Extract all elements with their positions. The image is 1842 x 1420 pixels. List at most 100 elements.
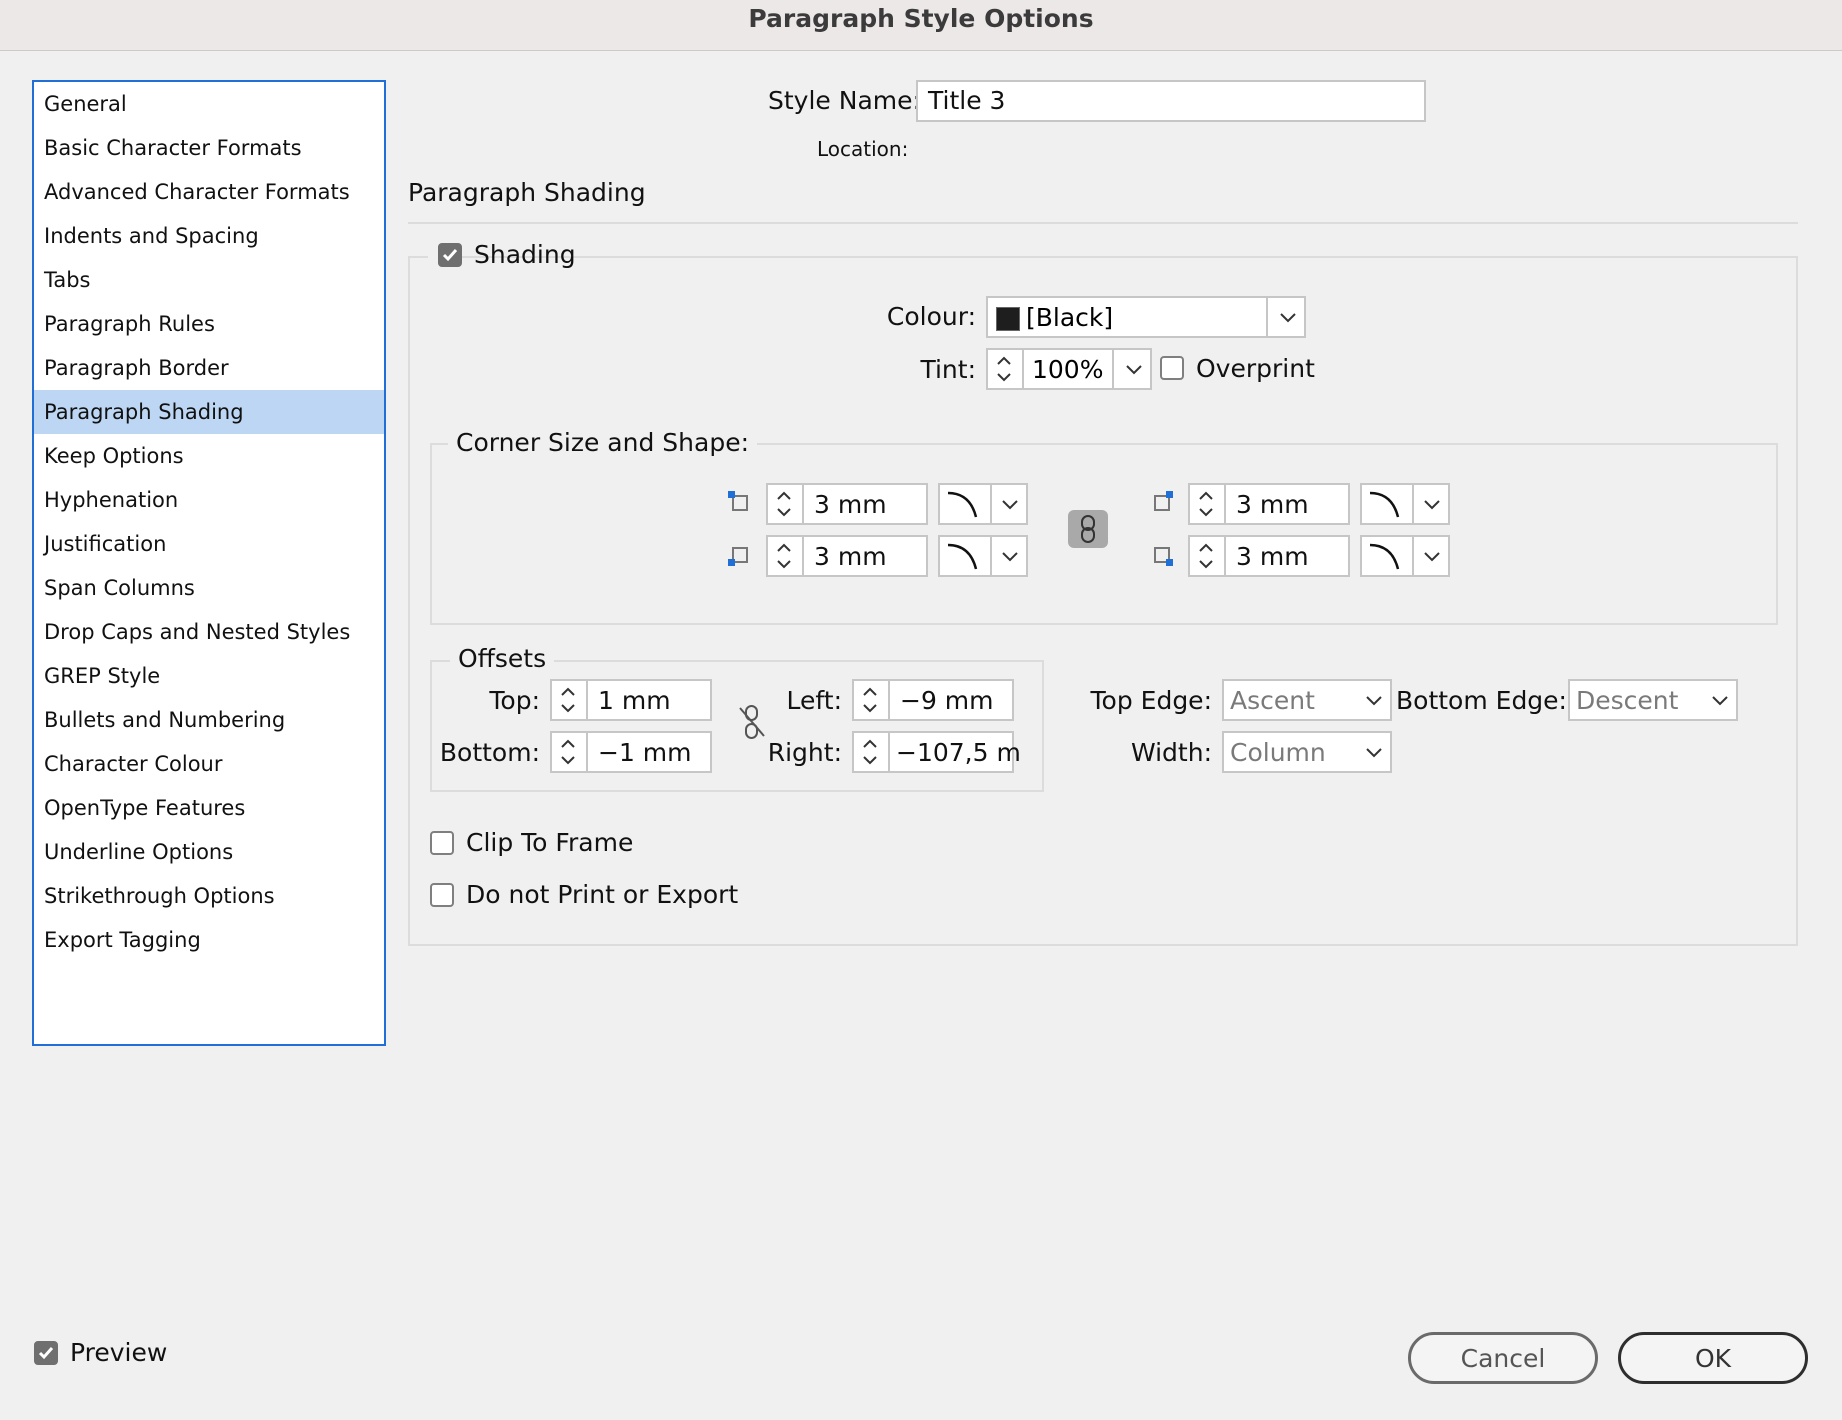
colour-label: Colour:	[886, 302, 976, 331]
stepper-arrows-icon	[777, 543, 791, 569]
dropdown-divider	[990, 537, 992, 575]
bottom-edge-dropdown[interactable]: Descent	[1568, 679, 1738, 721]
bottom-right-corner-shape-dropdown[interactable]	[1360, 535, 1450, 577]
dropdown-divider	[1266, 298, 1268, 336]
offset-top-value: 1 mm	[598, 685, 671, 715]
colour-dropdown[interactable]: [Black]	[986, 296, 1306, 338]
bottom-right-corner-icon	[1154, 547, 1173, 566]
stepper-arrows[interactable]	[854, 733, 890, 771]
paragraph-style-options-dialog: Paragraph Style Options General Basic Cha…	[0, 0, 1842, 1420]
stepper-arrows-icon	[561, 687, 575, 713]
sidebar-item-justification[interactable]: Justification	[34, 522, 384, 566]
stepper-arrows[interactable]	[768, 537, 804, 575]
sidebar-item-paragraph-rules[interactable]: Paragraph Rules	[34, 302, 384, 346]
top-right-corner-shape-dropdown[interactable]	[1360, 483, 1450, 525]
colour-swatch	[996, 307, 1020, 331]
dropdown-divider	[1112, 350, 1114, 388]
stepper-arrows[interactable]	[552, 681, 588, 719]
ok-button[interactable]: OK	[1618, 1332, 1808, 1384]
overprint-checkbox[interactable]	[1160, 356, 1184, 380]
sidebar-item-paragraph-border[interactable]: Paragraph Border	[34, 346, 384, 390]
corner-link-button[interactable]	[1068, 510, 1108, 548]
stepper-arrows-icon	[777, 491, 791, 517]
offset-top-stepper[interactable]: 1 mm	[550, 679, 712, 721]
sidebar-item-general[interactable]: General	[34, 82, 384, 126]
sidebar-item-paragraph-shading[interactable]: Paragraph Shading	[34, 390, 384, 434]
sidebar-item-indents-and-spacing[interactable]: Indents and Spacing	[34, 214, 384, 258]
sidebar-item-advanced-character-formats[interactable]: Advanced Character Formats	[34, 170, 384, 214]
bottom-right-corner-size-stepper[interactable]: 3 mm	[1188, 535, 1350, 577]
width-label: Width:	[1130, 738, 1212, 767]
bottom-left-corner-size-value: 3 mm	[814, 541, 887, 571]
stepper-arrows[interactable]	[854, 681, 890, 719]
tint-combo[interactable]: 100%	[986, 348, 1152, 390]
offset-bottom-stepper[interactable]: −1 mm	[550, 731, 712, 773]
offset-right-stepper[interactable]: −107,5 m	[852, 731, 1021, 773]
top-left-corner-shape-dropdown[interactable]	[938, 483, 1028, 525]
offset-left-value: −9 mm	[900, 685, 994, 715]
do-not-print-checkbox[interactable]	[430, 883, 454, 907]
top-left-corner-icon	[728, 491, 748, 511]
window-title: Paragraph Style Options	[748, 4, 1094, 33]
top-right-corner-size-stepper[interactable]: 3 mm	[1188, 483, 1350, 525]
sidebar-item-opentype-features[interactable]: OpenType Features	[34, 786, 384, 830]
checkmark-icon	[442, 249, 458, 262]
stepper-arrows[interactable]	[1190, 485, 1226, 523]
width-value: Column	[1230, 737, 1326, 767]
rounded-corner-shape-icon	[1369, 543, 1400, 570]
chevron-down-icon	[1126, 365, 1142, 375]
sidebar-item-basic-character-formats[interactable]: Basic Character Formats	[34, 126, 384, 170]
width-dropdown[interactable]: Column	[1222, 731, 1392, 773]
top-edge-value: Ascent	[1230, 685, 1315, 715]
stepper-arrows[interactable]	[552, 733, 588, 771]
rounded-corner-shape-icon	[947, 543, 978, 570]
cancel-button[interactable]: Cancel	[1408, 1332, 1598, 1384]
checkmark-icon	[38, 1347, 54, 1360]
top-edge-dropdown[interactable]: Ascent	[1222, 679, 1392, 721]
style-name-input[interactable]: Title 3	[916, 80, 1426, 122]
shading-label: Shading	[474, 240, 576, 269]
stepper-arrows-icon	[863, 687, 877, 713]
stepper-arrows-icon	[997, 356, 1011, 382]
sidebar-item-keep-options[interactable]: Keep Options	[34, 434, 384, 478]
stepper-arrows[interactable]	[1190, 537, 1226, 575]
top-right-corner-size-value: 3 mm	[1236, 489, 1309, 519]
sidebar-item-tabs[interactable]: Tabs	[34, 258, 384, 302]
section-title: Paragraph Shading	[408, 178, 646, 207]
preview-checkbox[interactable]	[34, 1341, 58, 1365]
tint-stepper[interactable]	[988, 350, 1024, 388]
bottom-left-corner-shape-dropdown[interactable]	[938, 535, 1028, 577]
location-label: Location:	[817, 137, 909, 161]
stepper-arrows[interactable]	[768, 485, 804, 523]
stepper-arrows-icon	[1199, 491, 1213, 517]
sidebar-item-drop-caps-and-nested-styles[interactable]: Drop Caps and Nested Styles	[34, 610, 384, 654]
offset-right-label: Right:	[767, 738, 842, 767]
sidebar-item-grep-style[interactable]: GREP Style	[34, 654, 384, 698]
chevron-down-icon	[1002, 500, 1018, 510]
shading-checkbox[interactable]	[438, 243, 462, 267]
sidebar-item-character-colour[interactable]: Character Colour	[34, 742, 384, 786]
category-list: General Basic Character Formats Advanced C…	[32, 80, 386, 1046]
top-left-corner-size-stepper[interactable]: 3 mm	[766, 483, 928, 525]
chevron-down-icon	[1424, 500, 1440, 510]
chevron-down-icon	[1424, 552, 1440, 562]
sidebar-item-underline-options[interactable]: Underline Options	[34, 830, 384, 874]
offset-left-stepper[interactable]: −9 mm	[852, 679, 1014, 721]
sidebar-item-bullets-and-numbering[interactable]: Bullets and Numbering	[34, 698, 384, 742]
stepper-arrows-icon	[863, 739, 877, 765]
offsets-group-title: Offsets	[450, 644, 555, 673]
sidebar-item-span-columns[interactable]: Span Columns	[34, 566, 384, 610]
clip-to-frame-checkbox[interactable]	[430, 831, 454, 855]
sidebar-item-hyphenation[interactable]: Hyphenation	[34, 478, 384, 522]
clip-to-frame-label: Clip To Frame	[466, 828, 634, 857]
sidebar-item-strikethrough-options[interactable]: Strikethrough Options	[34, 874, 384, 918]
title-bar: Paragraph Style Options	[0, 0, 1842, 51]
do-not-print-label: Do not Print or Export	[466, 880, 739, 909]
bottom-left-corner-size-stepper[interactable]: 3 mm	[766, 535, 928, 577]
bottom-edge-label: Bottom Edge:	[1396, 686, 1567, 715]
rounded-corner-shape-icon	[947, 491, 978, 518]
colour-value: [Black]	[1026, 302, 1114, 332]
bottom-right-corner-size-value: 3 mm	[1236, 541, 1309, 571]
sidebar-item-export-tagging[interactable]: Export Tagging	[34, 918, 384, 962]
preview-label: Preview	[70, 1338, 168, 1367]
